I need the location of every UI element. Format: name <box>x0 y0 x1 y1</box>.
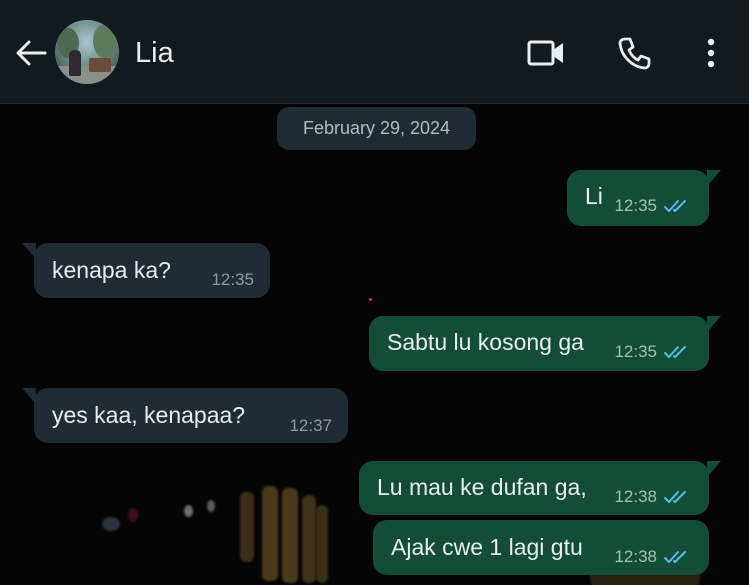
message-time: 12:38 <box>614 547 657 566</box>
date-separator: February 29, 2024 <box>277 107 476 150</box>
message-bubble-outgoing[interactable]: Li 12:35 <box>567 170 721 226</box>
message-bubble-outgoing[interactable]: Ajak cwe 1 lagi gtu 12:38 <box>373 520 709 575</box>
read-ticks-icon <box>663 489 691 505</box>
video-call-icon <box>527 40 563 66</box>
chat-screen: Lia February 29, 2024 Li 12:35 kenapa ka… <box>0 0 749 585</box>
back-button[interactable] <box>14 36 48 70</box>
message-text: kenapa ka? <box>52 257 171 283</box>
video-call-button[interactable] <box>526 33 566 73</box>
chat-header: Lia <box>0 0 749 104</box>
message-bubble-incoming[interactable]: yes kaa, kenapaa? 12:37 <box>22 388 348 443</box>
contact-name[interactable]: Lia <box>135 36 174 70</box>
read-ticks-icon <box>663 198 691 214</box>
message-text: Li <box>585 183 603 209</box>
phone-call-icon <box>618 37 651 70</box>
message-text: Sabtu lu kosong ga <box>387 329 584 355</box>
avatar[interactable] <box>55 20 119 84</box>
read-ticks-icon <box>663 344 691 360</box>
message-text: Ajak cwe 1 lagi gtu <box>391 534 583 560</box>
read-ticks-icon <box>663 549 691 565</box>
back-arrow-icon <box>16 40 47 66</box>
message-time: 12:38 <box>614 487 657 506</box>
more-options-button[interactable] <box>691 33 731 73</box>
message-time: 12:37 <box>289 416 332 435</box>
voice-call-button[interactable] <box>614 33 654 73</box>
message-text: Lu mau ke dufan ga, <box>377 474 587 500</box>
wallpaper-speck <box>369 298 372 301</box>
message-time: 12:35 <box>614 196 657 215</box>
more-options-icon <box>707 38 715 68</box>
message-bubble-incoming[interactable]: kenapa ka? 12:35 <box>22 243 270 298</box>
message-bubble-outgoing[interactable]: Lu mau ke dufan ga, 12:38 <box>359 461 721 515</box>
message-bubble-outgoing[interactable]: Sabtu lu kosong ga 12:35 <box>369 316 721 371</box>
message-time: 12:35 <box>211 270 254 289</box>
message-time: 12:35 <box>614 342 657 361</box>
message-text: yes kaa, kenapaa? <box>52 402 246 428</box>
